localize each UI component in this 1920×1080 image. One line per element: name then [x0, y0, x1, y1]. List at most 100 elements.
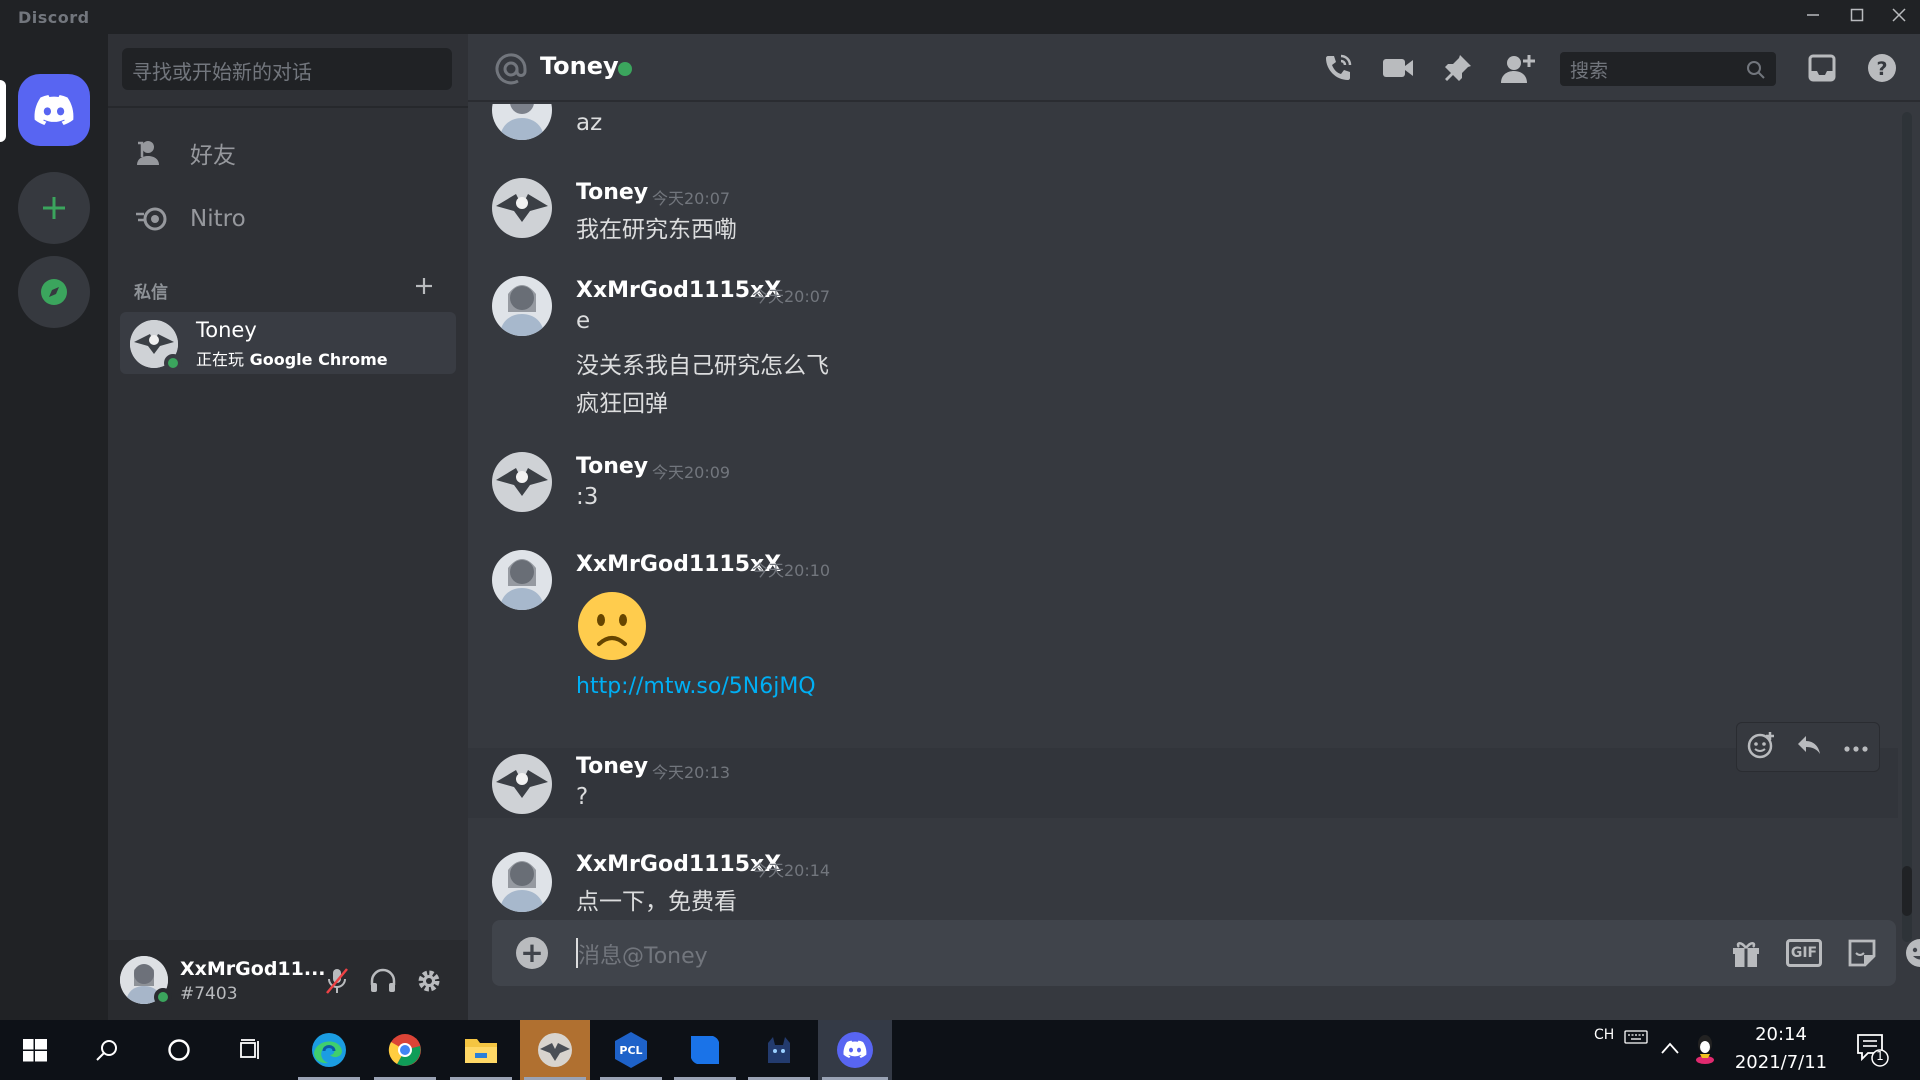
pinned-messages-button[interactable]: [1440, 50, 1476, 86]
game-launcher-icon: [538, 1033, 572, 1067]
taskbar-pcl[interactable]: PCL: [596, 1020, 666, 1080]
notifications-button[interactable]: 1: [1856, 1032, 1890, 1072]
dm-activity: 正在玩 Google Chrome: [196, 346, 388, 370]
avatar[interactable]: [492, 452, 552, 512]
taskbar-cat-app[interactable]: [744, 1020, 814, 1080]
message-text: 疯狂回弹: [576, 391, 668, 417]
maximize-button[interactable]: [1840, 4, 1874, 30]
mute-mic-icon: [326, 968, 348, 994]
input-language[interactable]: CH: [1594, 1027, 1614, 1043]
deafen-button[interactable]: [366, 964, 400, 998]
message-composer: + 消息@Toney GIF: [492, 920, 1920, 986]
emoji-icon: [1906, 939, 1920, 967]
message-author[interactable]: XxMrGod1115xX: [576, 278, 781, 303]
search-icon: [1747, 61, 1765, 79]
direct-messages-header: 私信: [134, 283, 168, 303]
taskbar-search-button[interactable]: [72, 1020, 142, 1080]
find-conversation-input[interactable]: 寻找或开始新的对话: [122, 48, 452, 90]
taskbar-edge[interactable]: [294, 1020, 364, 1080]
inbox-button[interactable]: [1804, 50, 1840, 86]
gift-button[interactable]: [1728, 935, 1764, 971]
app-title: Discord: [18, 8, 90, 27]
taskbar-game-launcher[interactable]: [520, 1020, 590, 1080]
dm-item-toney[interactable]: Toney 正在玩 Google Chrome: [120, 312, 456, 374]
message-input[interactable]: 消息@Toney: [578, 938, 708, 970]
frowning-emoji[interactable]: [576, 590, 648, 662]
reply-icon: [1797, 736, 1820, 754]
taskbar-discord[interactable]: [818, 1020, 892, 1080]
username: XxMrGod11...: [180, 958, 326, 980]
avatar[interactable]: [492, 178, 552, 238]
message-text: 没关系我自己研究怎么飞: [576, 353, 829, 379]
message-author[interactable]: XxMrGod1115xX: [576, 852, 781, 877]
at-mention-icon: [495, 53, 527, 85]
online-status-dot: [164, 354, 182, 372]
channel-name: Toney: [540, 52, 619, 80]
pinned-messages-icon: [1445, 55, 1471, 81]
upload-button[interactable]: +: [516, 937, 548, 969]
clock-date[interactable]: 2021/7/11: [1716, 1052, 1846, 1073]
compass-icon: [41, 279, 67, 305]
tray-app-icon[interactable]: [1694, 1032, 1716, 1070]
selected-indicator: [0, 80, 6, 142]
scrollbar-track[interactable]: [1902, 112, 1912, 942]
help-button[interactable]: ?: [1864, 50, 1900, 86]
minimize-button[interactable]: [1796, 4, 1830, 30]
header-search-input[interactable]: 搜索: [1560, 52, 1776, 86]
cortana-button[interactable]: [144, 1020, 214, 1080]
avatar[interactable]: [492, 550, 552, 610]
user-settings-button[interactable]: [412, 964, 446, 998]
taskbar-blue-app[interactable]: [670, 1020, 740, 1080]
message-link[interactable]: http://mtw.so/5N6jMQ: [576, 674, 816, 699]
avatar[interactable]: [492, 104, 552, 140]
help-icon: ?: [1868, 54, 1896, 82]
avatar[interactable]: [492, 754, 552, 814]
scrollbar-thumb[interactable]: [1902, 866, 1912, 916]
reply-button[interactable]: [1796, 734, 1822, 760]
dm-name: Toney: [196, 318, 257, 342]
message-author[interactable]: Toney: [576, 454, 648, 479]
taskbar: PCL CH 20:14 2021/7/11 1: [0, 1020, 1920, 1080]
svg-text:PCL: PCL: [619, 1044, 642, 1057]
more-icon: [1844, 745, 1868, 752]
user-panel: XxMrGod11... #7403: [108, 940, 468, 1020]
taskbar-file-explorer[interactable]: [446, 1020, 516, 1080]
create-dm-button[interactable]: [414, 269, 434, 304]
home-button[interactable]: [18, 74, 90, 146]
mute-button[interactable]: [320, 964, 354, 998]
emoji-picker-button[interactable]: [1902, 935, 1920, 971]
activity-game: Google Chrome: [249, 350, 388, 369]
add-server-button[interactable]: [18, 172, 90, 244]
video-call-icon: [1383, 59, 1413, 77]
video-call-button[interactable]: [1380, 50, 1416, 86]
message-text: 我在研究东西嘞: [576, 217, 737, 243]
close-button[interactable]: [1882, 4, 1916, 30]
voice-call-button[interactable]: [1320, 50, 1356, 86]
explore-servers-button[interactable]: [18, 256, 90, 328]
nav-friends[interactable]: 好友: [122, 124, 454, 182]
sticker-button[interactable]: [1844, 935, 1880, 971]
avatar[interactable]: [492, 852, 552, 912]
taskbar-chrome[interactable]: [370, 1020, 440, 1080]
message-author[interactable]: Toney: [576, 180, 648, 205]
message-timestamp: 今天20:10: [752, 561, 831, 580]
message-timestamp: 今天20:07: [752, 287, 831, 306]
start-button[interactable]: [0, 1020, 70, 1080]
message-timestamp: 今天20:09: [652, 463, 731, 482]
keyboard-icon[interactable]: [1624, 1028, 1648, 1048]
more-options-button[interactable]: [1843, 738, 1869, 757]
user-tag: #7403: [180, 984, 238, 1004]
search-icon: [96, 1040, 117, 1061]
show-hidden-icons-button[interactable]: [1660, 1040, 1680, 1059]
nav-nitro[interactable]: Nitro: [122, 190, 454, 248]
avatar[interactable]: [492, 276, 552, 336]
add-reaction-button[interactable]: [1747, 731, 1775, 763]
online-status-dot: [154, 988, 172, 1006]
task-view-button[interactable]: [216, 1020, 286, 1080]
discord-icon: [837, 1032, 873, 1068]
add-friends-to-dm-button[interactable]: [1500, 50, 1536, 86]
message-author[interactable]: XxMrGod1115xX: [576, 552, 781, 577]
clock-time[interactable]: 20:14: [1716, 1024, 1846, 1045]
gif-button[interactable]: GIF: [1786, 939, 1822, 967]
message-author[interactable]: Toney: [576, 754, 648, 779]
